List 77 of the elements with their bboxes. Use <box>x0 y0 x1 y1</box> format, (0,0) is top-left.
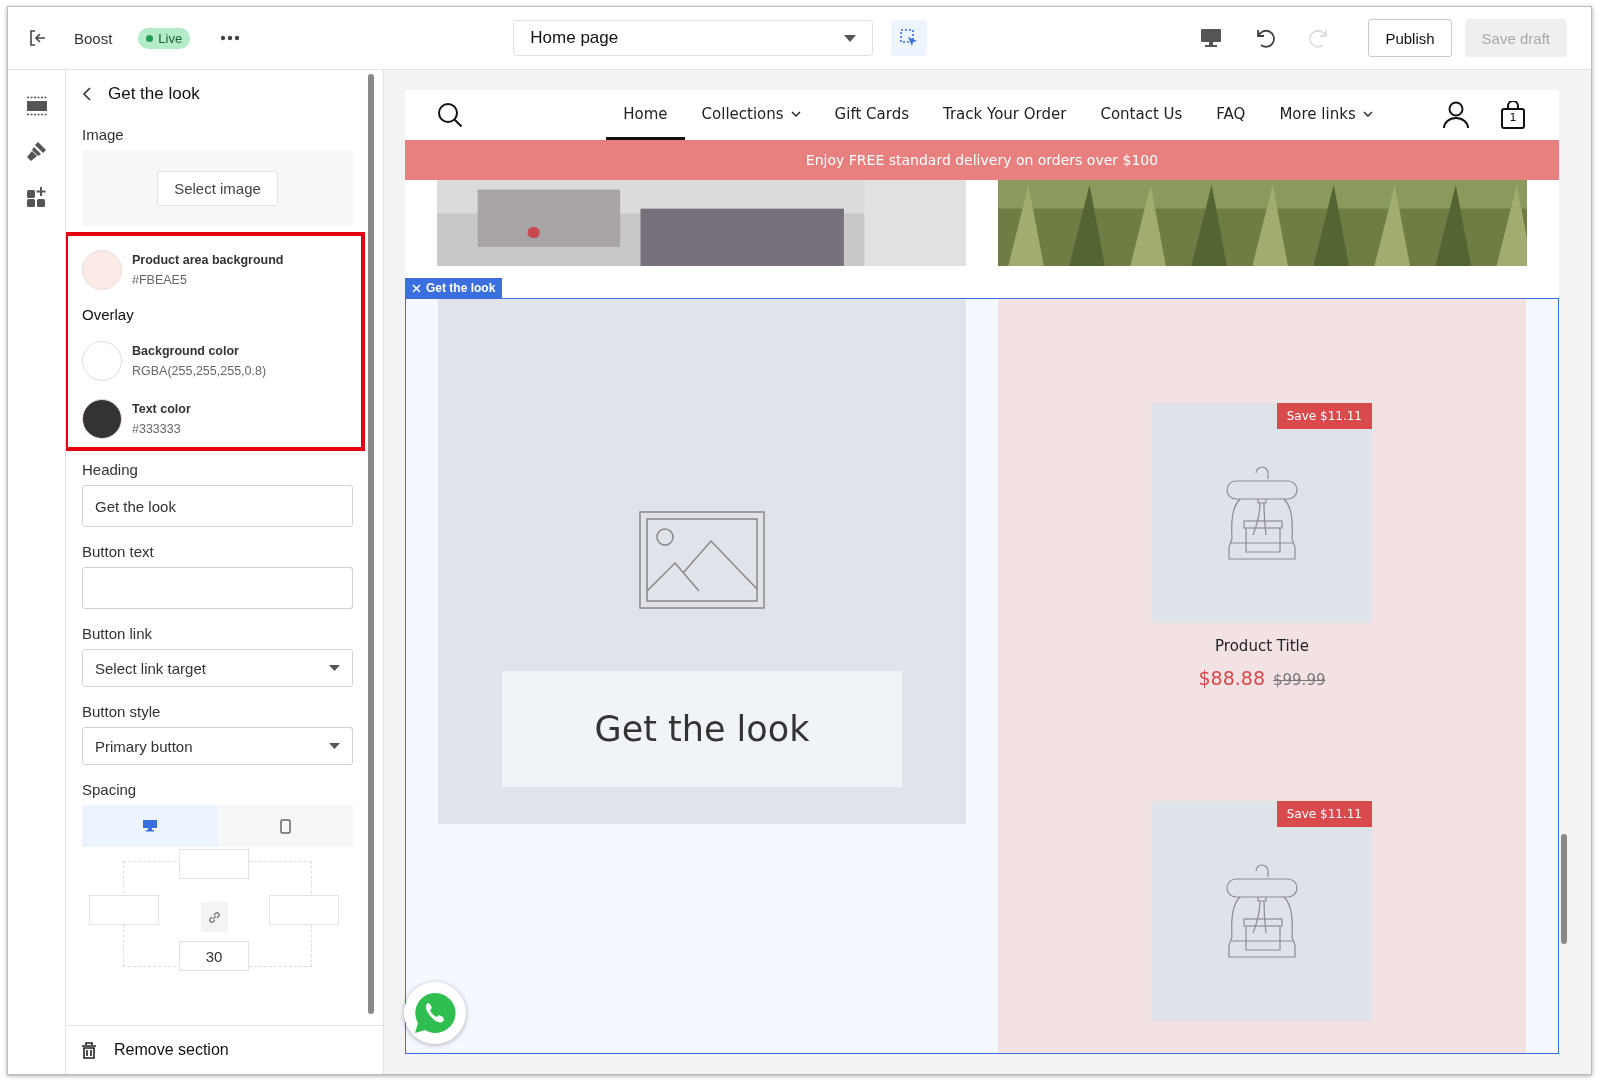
nav-link[interactable]: Contact Us <box>1083 90 1200 140</box>
select-element-button[interactable] <box>891 20 928 56</box>
field-label: Image <box>82 126 125 143</box>
select-field[interactable]: Select link target <box>82 649 353 687</box>
nav-link[interactable]: Gift Cards <box>817 90 926 140</box>
sale-badge: Save $11.11 <box>1276 403 1372 429</box>
field-label: Button text <box>82 543 155 560</box>
input-field[interactable]: Get the look <box>82 485 353 527</box>
spacing-input[interactable] <box>179 849 249 879</box>
desktop-icon[interactable] <box>1200 28 1223 48</box>
store-name: Boost <box>74 29 113 47</box>
trash-icon <box>82 1041 96 1059</box>
color-label: Background color <box>132 344 240 358</box>
nav-link[interactable]: Collections <box>684 90 818 140</box>
color-value: #333333 <box>132 422 182 436</box>
sale-badge: Save $11.11 <box>1276 801 1372 827</box>
cursor-icon <box>900 29 919 47</box>
bag-icon <box>1499 101 1527 129</box>
link-icon <box>208 910 221 924</box>
select-image-button[interactable]: Select image <box>157 170 278 206</box>
spacing-input[interactable] <box>269 895 339 925</box>
device-tab[interactable] <box>82 805 218 847</box>
page-select[interactable]: Home page <box>513 20 874 56</box>
close-icon <box>412 283 421 293</box>
caret-icon <box>844 34 857 42</box>
account-icon[interactable] <box>1443 101 1469 129</box>
nav-link[interactable]: More links <box>1262 90 1390 140</box>
link-toggle[interactable] <box>201 902 228 932</box>
remove-section-button[interactable]: Remove section <box>66 1025 383 1074</box>
color-label: Product area background <box>132 253 284 267</box>
field-label: Heading <box>82 461 139 478</box>
chevron-down-icon <box>790 110 801 117</box>
toolbar-button[interactable]: Publish <box>1368 19 1452 57</box>
paint-brush-icon[interactable] <box>25 140 48 162</box>
panel-title: Get the look <box>108 84 200 104</box>
caret-icon <box>329 665 340 671</box>
back-icon[interactable] <box>82 86 92 102</box>
product-image[interactable]: Save $11.11 <box>1152 801 1372 1021</box>
sale-price: $88.88 <box>1198 667 1265 689</box>
announcement-bar: Enjoy FREE standard delivery on orders over $100 <box>405 140 1559 180</box>
input-field[interactable] <box>82 567 353 609</box>
overlay-heading: Get the look <box>502 671 902 787</box>
nav-link[interactable]: FAQ <box>1199 90 1263 140</box>
mobile-icon <box>279 818 291 834</box>
search-icon[interactable] <box>437 102 463 128</box>
desktop-icon <box>142 820 157 832</box>
compare-price: $99.99 <box>1273 671 1326 689</box>
chevron-down-icon <box>1362 110 1373 117</box>
sections-icon[interactable] <box>25 96 48 116</box>
image-placeholder-icon <box>639 511 765 609</box>
phone-bubble-icon <box>412 990 458 1036</box>
field-label: Button style <box>82 703 162 720</box>
product-image[interactable]: Save $11.11 <box>1152 403 1372 623</box>
exit-icon[interactable] <box>28 28 48 48</box>
product-title[interactable]: Product Title <box>1215 637 1309 655</box>
scrollbar[interactable] <box>1561 834 1567 944</box>
undo-icon[interactable] <box>1254 27 1277 49</box>
field-label: Button link <box>82 625 154 642</box>
more-icon[interactable] <box>220 35 241 41</box>
nav-link[interactable]: Track Your Order <box>926 90 1084 140</box>
color-label: Text color <box>132 402 191 416</box>
group-heading: Overlay <box>82 306 135 323</box>
status-badge: Live <box>138 27 191 49</box>
color-value: RGBA(255,255,255,0.8) <box>132 364 267 378</box>
spacing-input[interactable] <box>89 895 159 925</box>
cart-button[interactable]: 1 <box>1499 101 1527 129</box>
caret-icon <box>329 743 340 749</box>
color-swatch[interactable] <box>82 341 122 381</box>
field-label: Spacing <box>82 781 138 798</box>
section-tag[interactable]: Get the look <box>405 278 503 298</box>
select-field[interactable]: Primary button <box>82 727 353 765</box>
spacing-input[interactable]: 30 <box>179 941 249 971</box>
color-swatch[interactable] <box>82 399 122 439</box>
scrollbar[interactable] <box>368 74 374 1014</box>
color-swatch[interactable] <box>82 250 122 290</box>
add-block-icon[interactable] <box>25 186 48 208</box>
color-value: #FBEAE5 <box>132 273 188 287</box>
